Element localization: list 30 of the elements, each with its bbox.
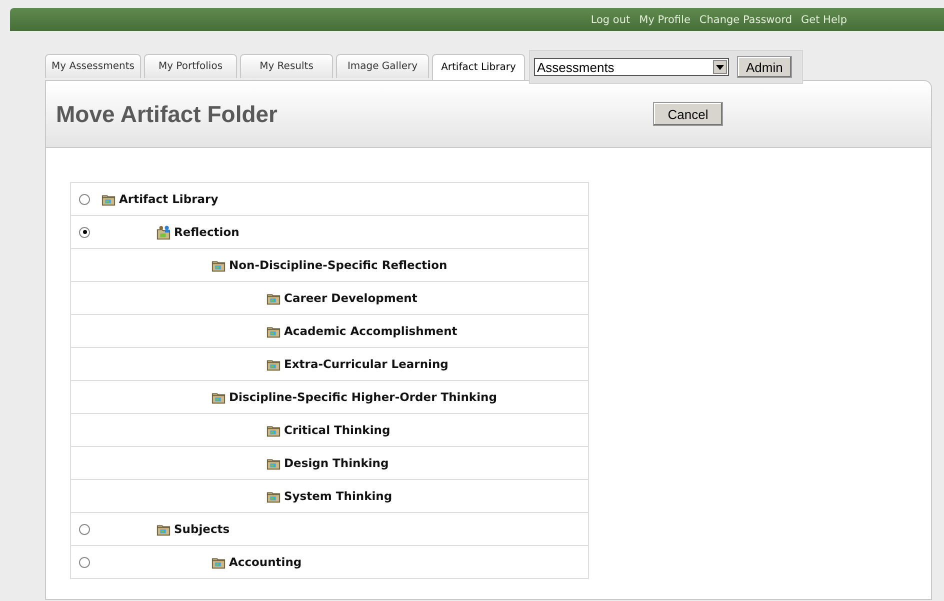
- folder-name: System Thinking: [284, 489, 392, 503]
- header-link[interactable]: Log out: [590, 14, 630, 26]
- tab[interactable]: Artifact Library: [432, 54, 525, 80]
- shared-folder-icon: [156, 224, 171, 240]
- tab[interactable]: Image Gallery: [336, 54, 429, 78]
- folder-name: Artifact Library: [119, 192, 218, 206]
- page-title: Move Artifact Folder: [56, 100, 279, 128]
- folder-name: Career Development: [284, 291, 418, 305]
- radio-button[interactable]: [79, 226, 90, 238]
- folder-name: Extra-Curricular Learning: [284, 357, 448, 371]
- radio-button[interactable]: [79, 524, 90, 534]
- tab[interactable]: My Assessments: [45, 54, 141, 78]
- folder-name: Critical Thinking: [284, 423, 390, 437]
- header-link[interactable]: Get Help: [801, 14, 847, 26]
- tab[interactable]: My Portfolios: [144, 54, 237, 78]
- folder-name: Design Thinking: [284, 456, 389, 470]
- assessments-dropdown[interactable]: Assessments: [534, 58, 729, 76]
- radio-button[interactable]: [79, 556, 90, 568]
- folder-name: Non-Discipline-Specific Reflection: [229, 258, 448, 272]
- admin-button[interactable]: Admin: [737, 56, 792, 78]
- folder-name: Discipline-Specific Higher-Order Thinking: [229, 390, 497, 404]
- folder-name: Accounting: [229, 555, 302, 569]
- tab[interactable]: My Results: [240, 54, 333, 78]
- folder-name: Reflection: [174, 225, 240, 239]
- folder-name: Subjects: [174, 522, 230, 536]
- folder-name: Academic Accomplishment: [284, 324, 458, 338]
- radio-button[interactable]: [79, 194, 90, 204]
- cancel-button[interactable]: Cancel: [653, 102, 723, 126]
- header-link[interactable]: My Profile: [639, 14, 690, 26]
- header-link[interactable]: Change Password: [699, 14, 792, 26]
